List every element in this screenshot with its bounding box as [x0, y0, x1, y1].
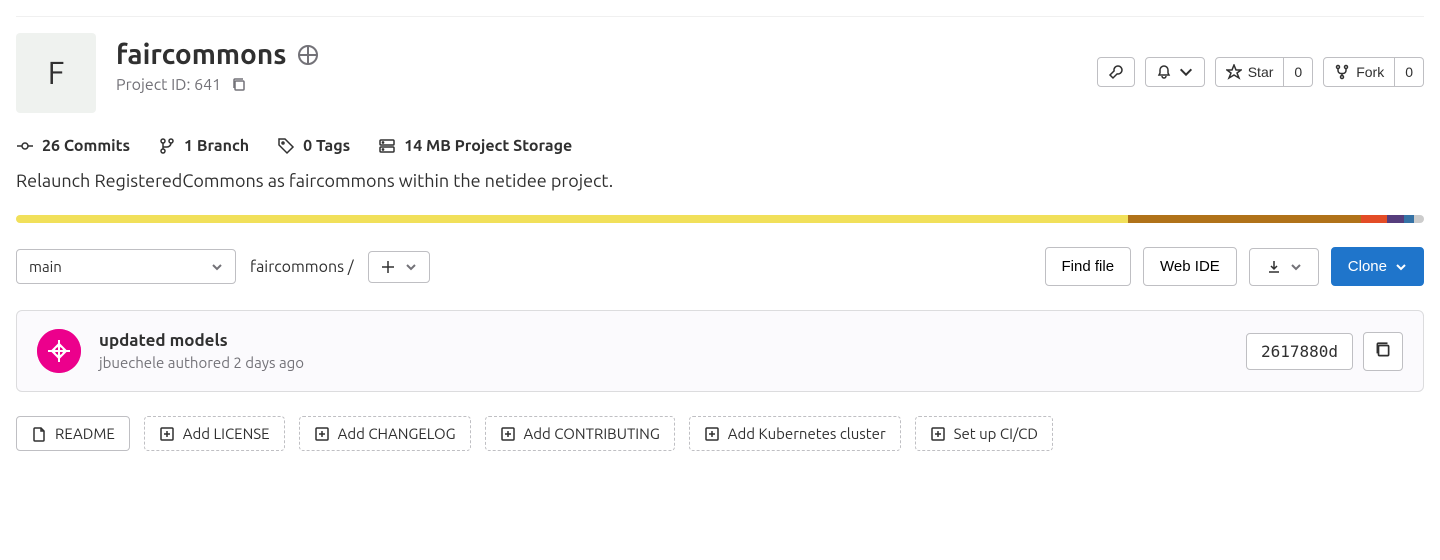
project-id-text: Project ID: 641: [116, 76, 221, 94]
wrench-icon: [1108, 64, 1124, 80]
star-button[interactable]: Star: [1215, 57, 1285, 87]
star-count[interactable]: 0: [1284, 57, 1313, 87]
chevron-down-icon: [211, 261, 223, 273]
branch-select[interactable]: main: [16, 249, 236, 284]
breadcrumb[interactable]: faircommons /: [250, 258, 354, 276]
file-action-chip[interactable]: Add CONTRIBUTING: [485, 416, 675, 451]
download-icon: [1266, 259, 1282, 275]
project-header: F faircommons Project ID: 641 Star 0 For…: [16, 16, 1424, 113]
plus-square-icon: [500, 426, 516, 442]
tags-stat[interactable]: 0 Tags: [277, 137, 350, 155]
commit-right: 2617880d: [1246, 332, 1403, 371]
web-ide-button[interactable]: Web IDE: [1143, 247, 1237, 286]
file-action-chip[interactable]: Add Kubernetes cluster: [689, 416, 901, 451]
admin-button[interactable]: [1097, 57, 1135, 87]
bell-icon: [1156, 64, 1172, 80]
file-action-chip[interactable]: Set up CI/CD: [915, 416, 1053, 451]
commit-left: updated models jbuechele authored 2 days…: [37, 329, 304, 373]
branch-name: main: [29, 258, 62, 275]
project-stats: 26 Commits 1 Branch 0 Tags 14 MB Project…: [16, 137, 1424, 155]
file-action-chip[interactable]: README: [16, 416, 130, 451]
fork-count[interactable]: 0: [1395, 57, 1424, 87]
file-icon: [31, 426, 47, 442]
commits-text: 26 Commits: [42, 137, 130, 155]
language-segment[interactable]: [16, 215, 1128, 223]
file-action-label: Add CONTRIBUTING: [524, 425, 660, 442]
language-segment[interactable]: [1404, 215, 1414, 223]
branches-stat[interactable]: 1 Branch: [158, 137, 249, 155]
visibility-public-icon: [298, 45, 318, 65]
star-button-group: Star 0: [1215, 57, 1313, 87]
commit-meta: jbuechele authored 2 days ago: [99, 354, 304, 371]
latest-commit-card: updated models jbuechele authored 2 days…: [16, 310, 1424, 392]
commits-stat[interactable]: 26 Commits: [16, 137, 130, 155]
file-action-chip[interactable]: Add LICENSE: [144, 416, 285, 451]
file-actions-row: README Add LICENSE Add CHANGELOG Add CONTRI…: [16, 416, 1424, 451]
plus-square-icon: [159, 426, 175, 442]
branches-text: 1 Branch: [184, 137, 249, 155]
tags-text: 0 Tags: [303, 137, 350, 155]
star-label: Star: [1248, 65, 1274, 79]
commit-author-avatar[interactable]: [37, 329, 81, 373]
language-segment[interactable]: [1387, 215, 1404, 223]
header-right: Star 0 Fork 0: [1097, 33, 1424, 87]
storage-icon: [378, 137, 396, 155]
commit-icon: [16, 137, 34, 155]
fork-button[interactable]: Fork: [1323, 57, 1395, 87]
fork-button-group: Fork 0: [1323, 57, 1424, 87]
language-segment[interactable]: [1128, 215, 1360, 223]
plus-square-icon: [930, 426, 946, 442]
language-segment[interactable]: [1361, 215, 1388, 223]
clone-button[interactable]: Clone: [1331, 247, 1424, 286]
project-name: faircommons: [116, 39, 286, 70]
tag-icon: [277, 137, 295, 155]
commit-info: updated models jbuechele authored 2 days…: [99, 331, 304, 371]
chevron-down-icon: [1178, 64, 1194, 80]
repo-bar-left: main faircommons /: [16, 249, 430, 284]
fork-label: Fork: [1356, 65, 1384, 79]
commit-time: 2 days ago: [233, 354, 304, 371]
star-icon: [1226, 64, 1242, 80]
repo-bar-right: Find file Web IDE Clone: [1045, 247, 1424, 286]
language-segment[interactable]: [1414, 215, 1424, 223]
chevron-down-icon: [1290, 261, 1302, 273]
plus-icon: [381, 260, 395, 274]
clone-label: Clone: [1348, 258, 1387, 275]
copy-icon: [1374, 341, 1392, 359]
chevron-down-icon: [405, 261, 417, 273]
title-block: faircommons Project ID: 641: [116, 33, 318, 94]
file-action-label: Set up CI/CD: [954, 425, 1038, 442]
branch-icon: [158, 137, 176, 155]
file-action-label: README: [55, 425, 115, 442]
chevron-down-icon: [1395, 261, 1407, 273]
download-button[interactable]: [1249, 248, 1319, 286]
add-to-repo-button[interactable]: [368, 251, 430, 283]
fork-icon: [1334, 64, 1350, 80]
plus-square-icon: [704, 426, 720, 442]
storage-stat[interactable]: 14 MB Project Storage: [378, 137, 572, 155]
commit-title[interactable]: updated models: [99, 331, 304, 350]
breadcrumb-name: faircommons: [250, 258, 344, 276]
storage-text: 14 MB Project Storage: [404, 137, 572, 155]
language-bar[interactable]: [16, 215, 1424, 223]
header-left: F faircommons Project ID: 641: [16, 33, 318, 113]
copy-id-icon[interactable]: [231, 77, 247, 93]
notification-button[interactable]: [1145, 57, 1205, 87]
plus-square-icon: [314, 426, 330, 442]
title-line: faircommons: [116, 39, 318, 70]
find-file-button[interactable]: Find file: [1045, 247, 1132, 286]
commit-author[interactable]: jbuechele: [99, 354, 164, 371]
repository-bar: main faircommons / Find file Web IDE Clo…: [16, 247, 1424, 286]
project-avatar: F: [16, 33, 96, 113]
project-description: Relaunch RegisteredCommons as faircommon…: [16, 171, 1424, 191]
copy-sha-button[interactable]: [1363, 332, 1403, 371]
project-id-line: Project ID: 641: [116, 76, 318, 94]
file-action-label: Add LICENSE: [183, 425, 270, 442]
file-action-chip[interactable]: Add CHANGELOG: [299, 416, 471, 451]
commit-sha[interactable]: 2617880d: [1246, 333, 1353, 370]
file-action-label: Add CHANGELOG: [338, 425, 456, 442]
file-action-label: Add Kubernetes cluster: [728, 425, 886, 442]
